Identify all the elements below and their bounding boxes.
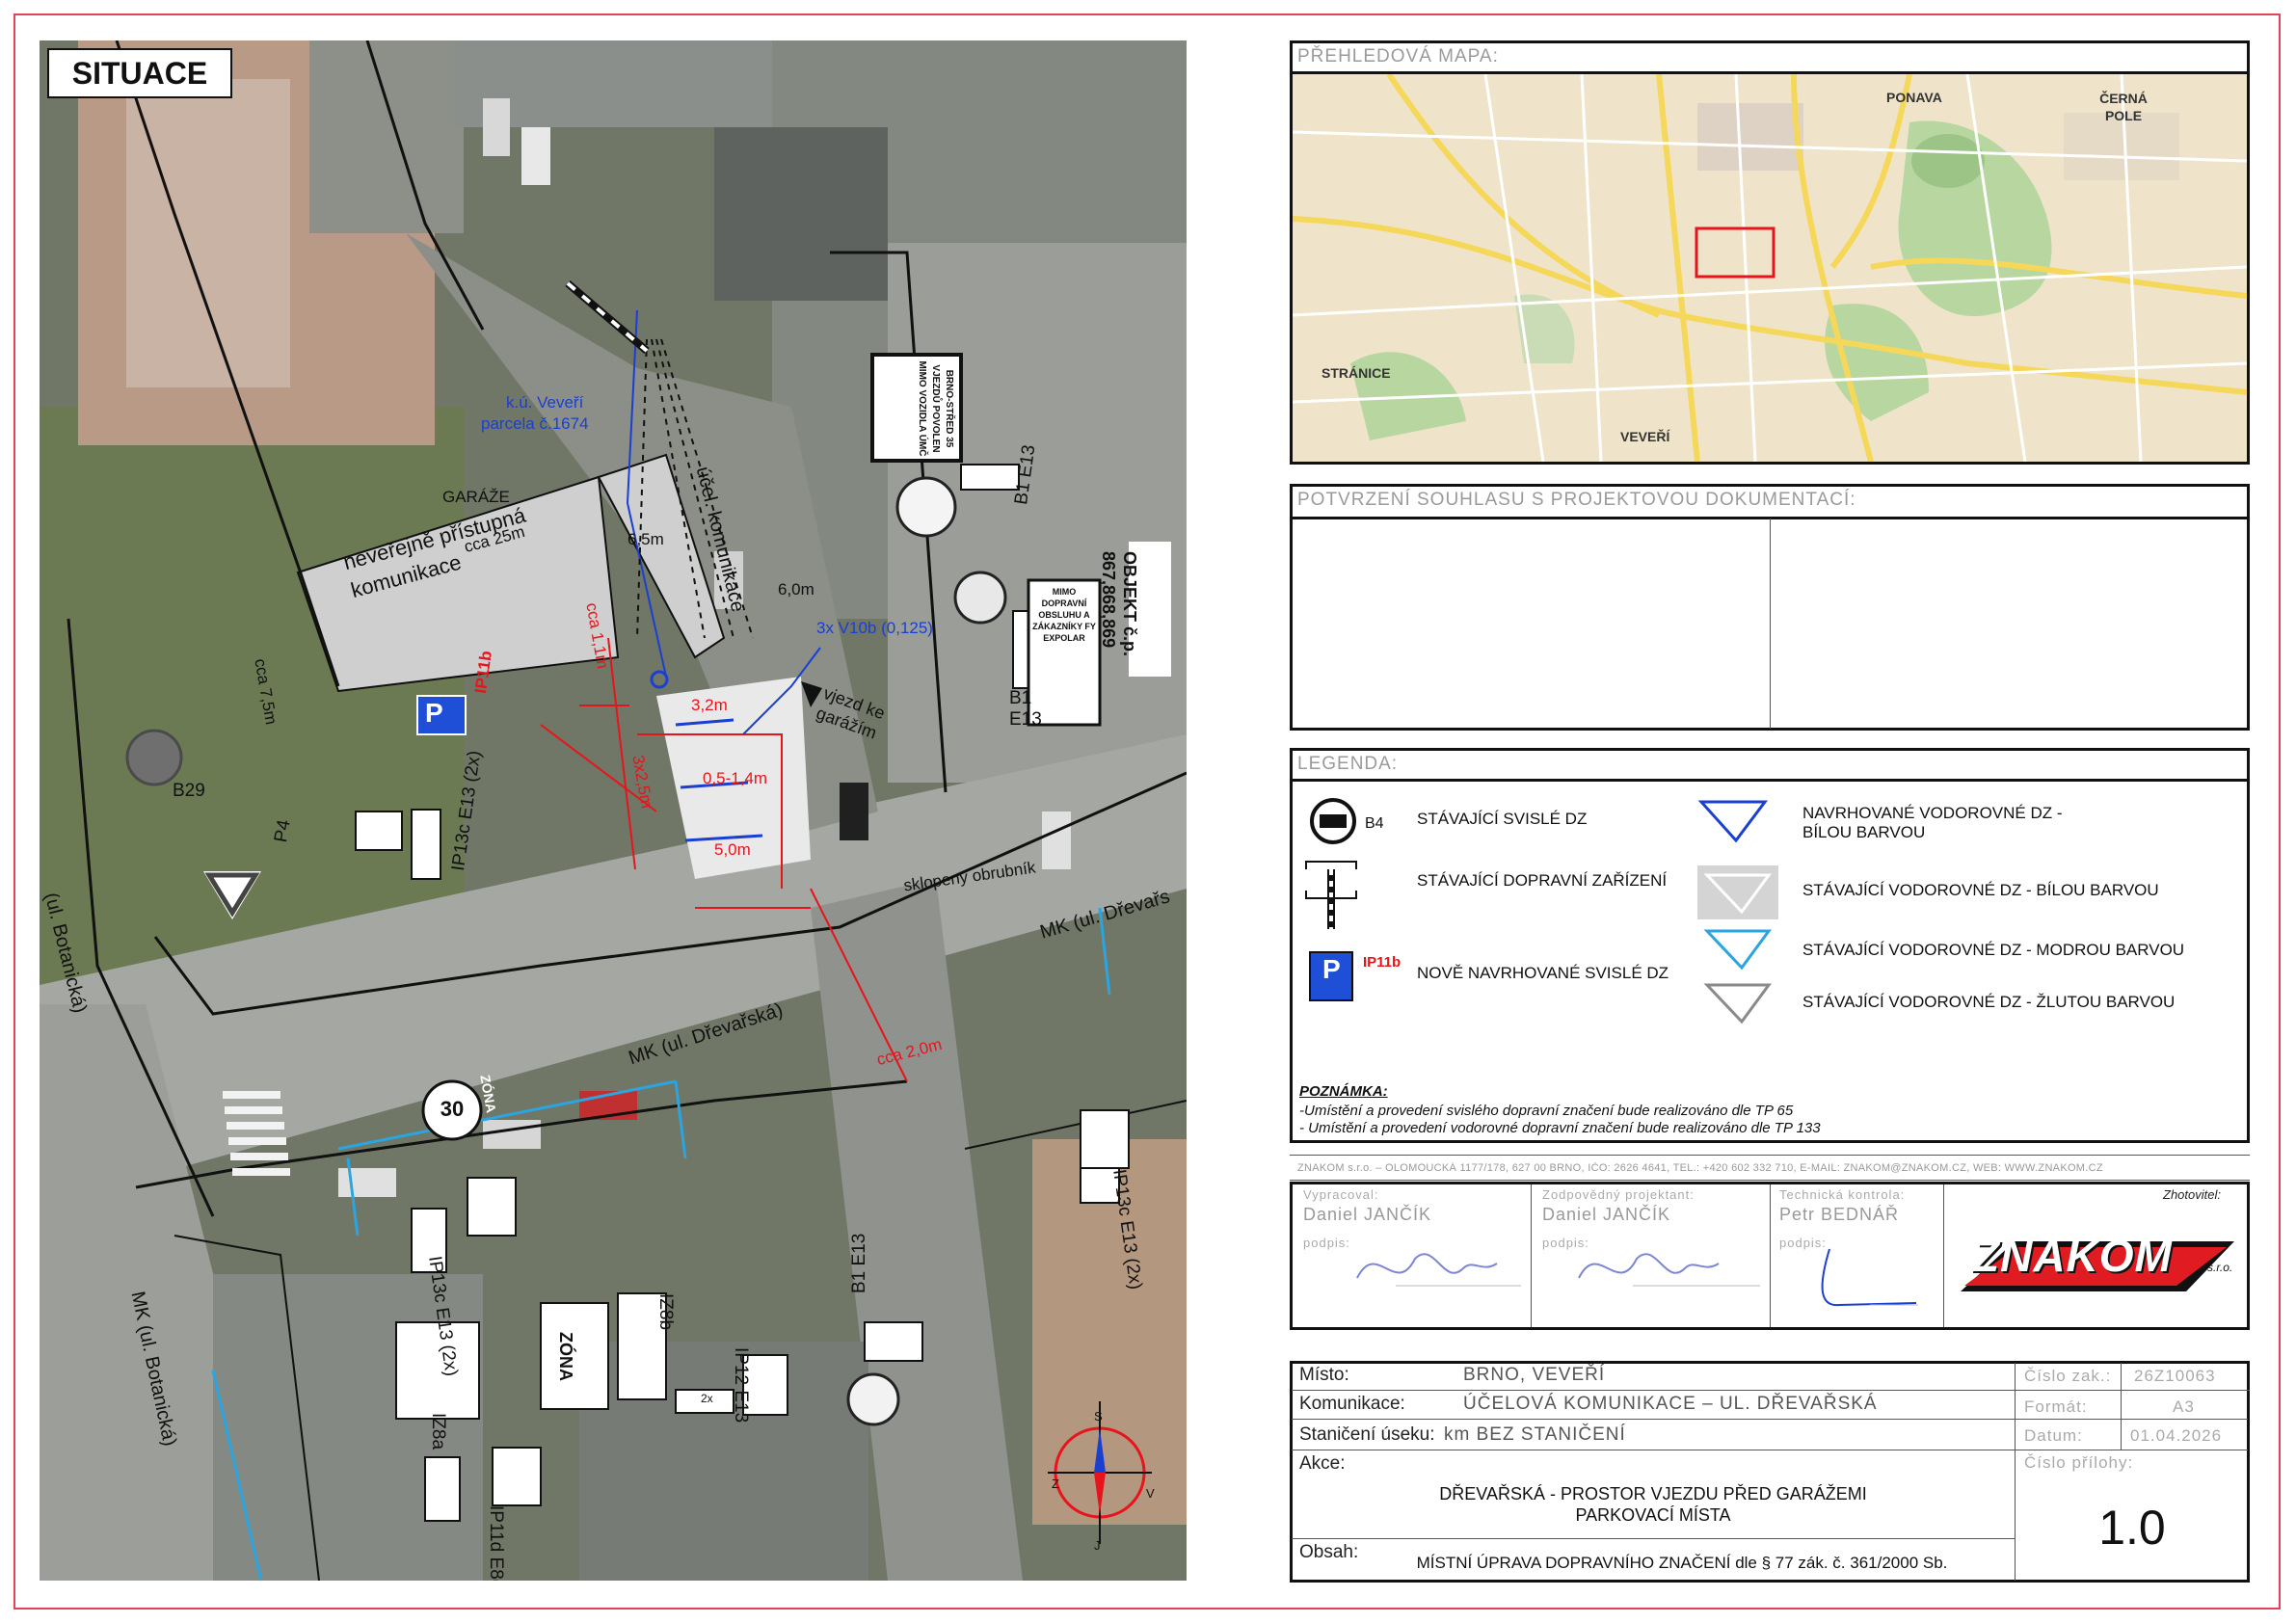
cislo-prilohy-value: 1.0 <box>2098 1501 2166 1555</box>
legend-note-2: - Umístění a provedení vodorovné dopravn… <box>1299 1120 1821 1136</box>
legend-code-b4: B4 <box>1365 815 1384 832</box>
compass-z: Z <box>1052 1477 1059 1491</box>
obsah-value: MÍSTNÍ ÚPRAVA DOPRAVNÍHO ZNAČENÍ dle § 7… <box>1416 1554 1948 1572</box>
cislo-prilohy-label: Číslo přílohy: <box>2024 1453 2134 1472</box>
label-d60: 6,0m <box>778 580 814 599</box>
label-mimo-dopravni: MIMO DOPRAVNÍ OBSLUHU A ZÁKAZNÍKY FY EXP… <box>1032 587 1096 643</box>
label-garaze: GARÁŽE <box>442 488 510 506</box>
label-ip12e13: IP12 E13 <box>731 1347 751 1423</box>
komunikace-label: Komunikace: <box>1299 1394 1405 1414</box>
znakom-logo: ZNAKOM <box>1972 1231 2173 1281</box>
label-iz8b: IZ8b <box>655 1293 676 1331</box>
misto-label: Místo: <box>1299 1365 1349 1385</box>
label-brno-stred: BRNO-STŘED 35 VJEZDŮ POVOLEN MIMO VOZIDL… <box>917 360 954 457</box>
label-b29: B29 <box>173 781 205 801</box>
compass-s: S <box>1094 1409 1103 1423</box>
legend-caption: LEGENDA: <box>1297 754 1399 774</box>
label-2x: 2x <box>701 1392 713 1405</box>
datum-label: Datum: <box>2024 1426 2083 1445</box>
label-30: 30 <box>440 1097 465 1121</box>
misto-value: BRNO, VEVEŘÍ <box>1463 1365 1606 1385</box>
tb-right-row-1 <box>2015 1390 2250 1391</box>
legend-item-7: STÁVAJÍCÍ VODOROVNÉ DZ - ŽLUTOU BARVOU <box>1802 993 2176 1011</box>
label-d32: 3,2m <box>691 696 728 714</box>
legend-item-6: STÁVAJÍCÍ VODOROVNÉ DZ - MODROU BARVOU <box>1802 941 2185 959</box>
akce-value-2: PARKOVACÍ MÍSTA <box>1575 1505 1731 1525</box>
label-objekt: OBJEKT č.p. 867,868,869 <box>1099 551 1139 657</box>
label-p-blue: P <box>425 698 443 728</box>
label-d65: 6,5m <box>627 530 664 548</box>
akce-value-1: DŘEVAŘSKÁ - PROSTOR VJEZDU PŘED GARÁŽEMI <box>1439 1484 1867 1503</box>
komunikace-value: ÚČELOVÁ KOMUNIKACE – UL. DŘEVAŘSKÁ <box>1463 1394 1878 1414</box>
staniceni-value: km BEZ STANIČENÍ <box>1444 1424 1626 1445</box>
company-line: ZNAKOM s.r.o. – OLOMOUCKÁ 1177/178, 627 … <box>1297 1162 2103 1174</box>
tb-row-2 <box>1292 1419 2248 1420</box>
place-ponava: PONAVA <box>1886 90 1942 105</box>
legend-item-5: STÁVAJÍCÍ VODOROVNÉ DZ - BÍLOU BARVOU <box>1802 881 2159 899</box>
label-d50: 5,0m <box>714 840 751 859</box>
legend-note-1: -Umístění a provedení svislého dopravní … <box>1299 1103 1794 1119</box>
format-value: A3 <box>2173 1397 2195 1416</box>
approval-split <box>1770 519 1771 729</box>
compass-v: V <box>1146 1486 1155 1501</box>
znakom-logo-sub: s.r.o. <box>2207 1261 2233 1274</box>
datum-value: 01.04.2026 <box>2130 1426 2223 1445</box>
label-ku-veveri: k.ú. Veveří <box>506 393 584 412</box>
label-parcela: parcela č.1674 <box>481 414 589 433</box>
place-cerna-pole: ČERNÁ POLE <box>2099 91 2148 123</box>
label-v10b: 3x V10b (0,125) <box>816 619 933 637</box>
tb-row-4 <box>1292 1538 2015 1539</box>
format-label: Formát: <box>2024 1397 2088 1416</box>
overview-caption: PŘEHLEDOVÁ MAPA: <box>1297 46 1499 67</box>
label-zona-sign: ZÓNA <box>556 1332 575 1381</box>
legend-item-3: NOVĚ NAVRHOVANÉ SVISLÉ DZ <box>1417 964 1669 982</box>
compass-j: J <box>1094 1538 1101 1553</box>
legend-item-1: STÁVAJÍCÍ SVISLÉ DZ <box>1417 810 1588 828</box>
situation-title-text: SITUACE <box>71 56 208 91</box>
approval-caption: POTVRZENÍ SOUHLASU S PROJEKTOVOU DOKUMEN… <box>1297 490 1856 510</box>
legend-note-title: POZNÁMKA: <box>1299 1083 1388 1100</box>
label-d0514: 0,5-1,4m <box>703 769 768 787</box>
legend-code-ip11b: IP11b <box>1363 954 1402 971</box>
cislo-zak-value: 26Z10063 <box>2134 1367 2216 1385</box>
company-rule-top <box>1290 1155 2250 1156</box>
label-b1e13-b: B1 E13 <box>1009 688 1042 730</box>
place-stranice: STRÁNICE <box>1322 365 1391 381</box>
legend-item-4: NAVRHOVANÉ VODOROVNÉ DZ - BÍLOU BARVOU <box>1802 804 2063 841</box>
legend-divider <box>1290 779 2250 782</box>
label-ip11d: IP11d E8d E13 (2 <box>486 1505 506 1581</box>
staniceni-label: Staničení úseku: <box>1299 1424 1435 1445</box>
place-veveri: VEVEŘÍ <box>1620 429 1670 444</box>
situation-plan-graphics <box>40 40 1187 1581</box>
legend-p-letter: P <box>1322 954 1341 984</box>
label-iz8a: IZ8a <box>428 1413 448 1450</box>
overview-map-graphics <box>1293 74 2247 462</box>
label-p4: P4 <box>271 818 295 844</box>
overview-map[interactable]: PONAVA ČERNÁ POLE STRÁNICE VEVEŘÍ <box>1293 74 2247 462</box>
company-rule-mid <box>1290 1180 2250 1181</box>
label-b1e13-c: B1 E13 <box>849 1233 869 1293</box>
situation-plan: SITUACE GARÁŽE neveřejně přístupná komun… <box>40 40 1187 1581</box>
legend-item-2: STÁVAJÍCÍ DOPRAVNÍ ZAŘÍZENÍ <box>1417 871 1668 890</box>
cislo-zak-label: Číslo zak.: <box>2024 1367 2112 1385</box>
akce-label: Akce: <box>1299 1453 1346 1474</box>
tb-col-right-inner <box>2121 1363 2122 1450</box>
